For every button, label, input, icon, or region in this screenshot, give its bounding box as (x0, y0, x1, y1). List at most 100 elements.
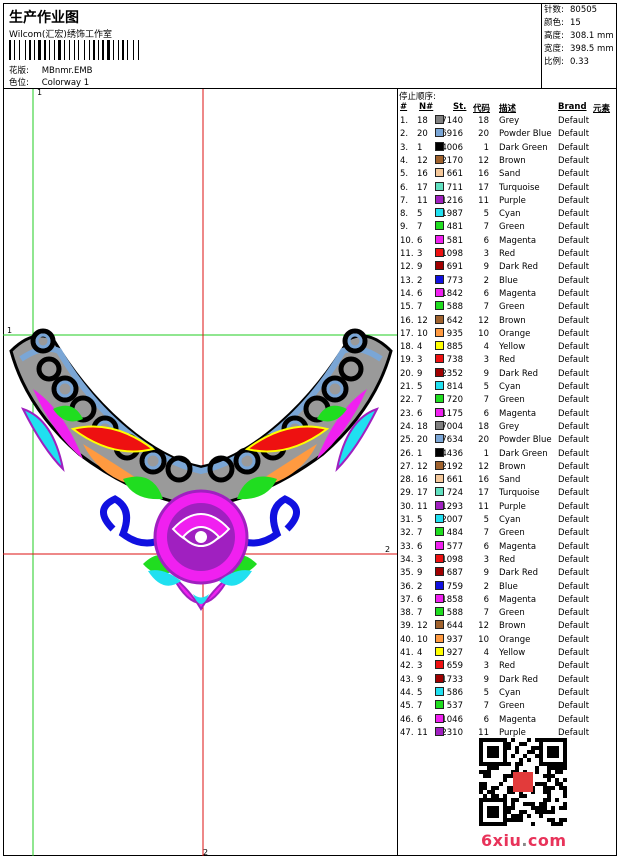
row-stitches: 1293 (441, 501, 463, 512)
row-desc: Grey (499, 421, 520, 432)
row-stitches: 1842 (441, 288, 463, 299)
row-code: 4 (483, 342, 489, 353)
color-swatch (435, 673, 444, 683)
row-desc: Orange (499, 634, 531, 645)
color-swatch (435, 620, 444, 630)
stop-sequence-header: # N# St. 代码 描述 Brand 元素 (399, 102, 617, 114)
table-row: 28. 16 661 16 Sand Default (399, 474, 617, 487)
table-row: 25. 20 7634 20 Powder Blue Default (399, 434, 617, 447)
row-stitches: 2352 (441, 368, 463, 379)
row-code: 7 (483, 222, 489, 233)
watermark-brand: 6xiu (481, 831, 522, 850)
row-brand: Default (558, 368, 590, 379)
row-needle: 7 (417, 608, 423, 619)
color-swatch (435, 540, 444, 550)
color-swatch (435, 726, 444, 736)
color-swatch (435, 607, 444, 617)
row-stitches: 937 (446, 634, 463, 645)
row-needle: 9 (417, 568, 423, 579)
row-stitches: 661 (446, 475, 463, 486)
row-desc: Brown (499, 621, 526, 632)
row-needle: 3 (417, 355, 423, 366)
row-number: 38. (400, 608, 414, 619)
table-row: 44. 5 586 5 Cyan Default (399, 686, 617, 700)
row-stitches: 577 (446, 541, 463, 552)
barcode-bar (27, 40, 28, 60)
row-brand: Default (558, 528, 590, 539)
row-brand: Default (558, 634, 590, 645)
row-desc: Magenta (499, 594, 537, 605)
row-desc: Sand (499, 475, 521, 486)
row-desc: Dark Green (499, 142, 548, 153)
color-swatch (435, 141, 444, 151)
row-needle: 6 (417, 594, 423, 605)
row-stitches: 644 (446, 621, 463, 632)
row-desc: Dark Red (499, 674, 539, 685)
row-brand: Default (558, 701, 590, 712)
table-row: 16. 12 642 12 Brown Default (399, 314, 617, 328)
color-swatch (435, 500, 444, 510)
row-brand: Default (558, 315, 590, 326)
stat-label: 比例: (544, 57, 564, 67)
row-stitches: 2310 (441, 727, 463, 738)
table-row: 24. 18 7004 18 Grey Default (399, 420, 617, 434)
barcode-bar (133, 40, 134, 60)
color-swatch (435, 154, 444, 164)
row-stitches: 537 (446, 701, 463, 712)
row-stitches: 588 (446, 608, 463, 619)
row-desc: Green (499, 222, 525, 233)
col-desc: 描述 (499, 104, 517, 114)
row-needle: 11 (417, 727, 428, 738)
row-number: 5. (400, 169, 409, 180)
row-desc: Purple (499, 501, 526, 512)
qr-code-icon (479, 738, 567, 826)
row-needle: 10 (417, 328, 428, 339)
barcode-bar (16, 40, 18, 60)
stat-width: 宽度: 398.5 mm (544, 43, 617, 56)
row-number: 20. (400, 368, 414, 379)
row-number: 1. (400, 116, 409, 126)
row-brand: Default (558, 288, 590, 299)
row-number: 9. (400, 222, 409, 233)
row-code: 3 (483, 355, 489, 366)
table-row: 33. 6 577 6 Magenta Default (399, 540, 617, 554)
stat-label: 颜色: (544, 18, 564, 28)
row-stitches: 6916 (441, 129, 463, 140)
row-needle: 9 (417, 674, 423, 685)
row-brand: Default (558, 355, 590, 366)
row-desc: Yellow (499, 342, 526, 353)
row-brand: Default (558, 155, 590, 166)
table-row: 41. 4 927 4 Yellow Default (399, 647, 617, 660)
row-brand: Default (558, 554, 590, 565)
row-number: 23. (400, 408, 414, 419)
row-brand: Default (558, 169, 590, 180)
barcode-bar (138, 40, 139, 60)
row-desc: Red (499, 249, 516, 259)
row-code: 6 (483, 288, 489, 299)
row-stitches: 1098 (441, 554, 463, 565)
table-row: 45. 7 537 7 Green Default (399, 700, 617, 713)
row-desc: Green (499, 528, 525, 539)
row-desc: Sand (499, 169, 521, 180)
row-brand: Default (558, 435, 590, 446)
row-needle: 1 (417, 142, 423, 153)
row-code: 4 (483, 648, 489, 658)
row-number: 36. (400, 581, 414, 592)
row-desc: Dark Red (499, 368, 539, 379)
watermark: 6xiu.com (481, 831, 567, 850)
pattern-value: MBnmr.EMB (41, 66, 93, 76)
row-number: 37. (400, 594, 414, 605)
row-stitches: 759 (446, 581, 463, 592)
table-row: 17. 10 935 10 Orange Default (399, 327, 617, 341)
row-number: 13. (400, 275, 414, 286)
row-code: 3 (483, 661, 489, 672)
row-brand: Default (558, 195, 590, 206)
row-stitches: 661 (446, 169, 463, 180)
barcode-bar (51, 40, 53, 60)
row-code: 6 (483, 714, 489, 725)
stat-value: 308.1 mm (570, 31, 614, 41)
row-needle: 3 (417, 249, 423, 259)
row-code: 9 (483, 262, 489, 273)
row-needle: 10 (417, 634, 428, 645)
row-code: 6 (483, 541, 489, 552)
